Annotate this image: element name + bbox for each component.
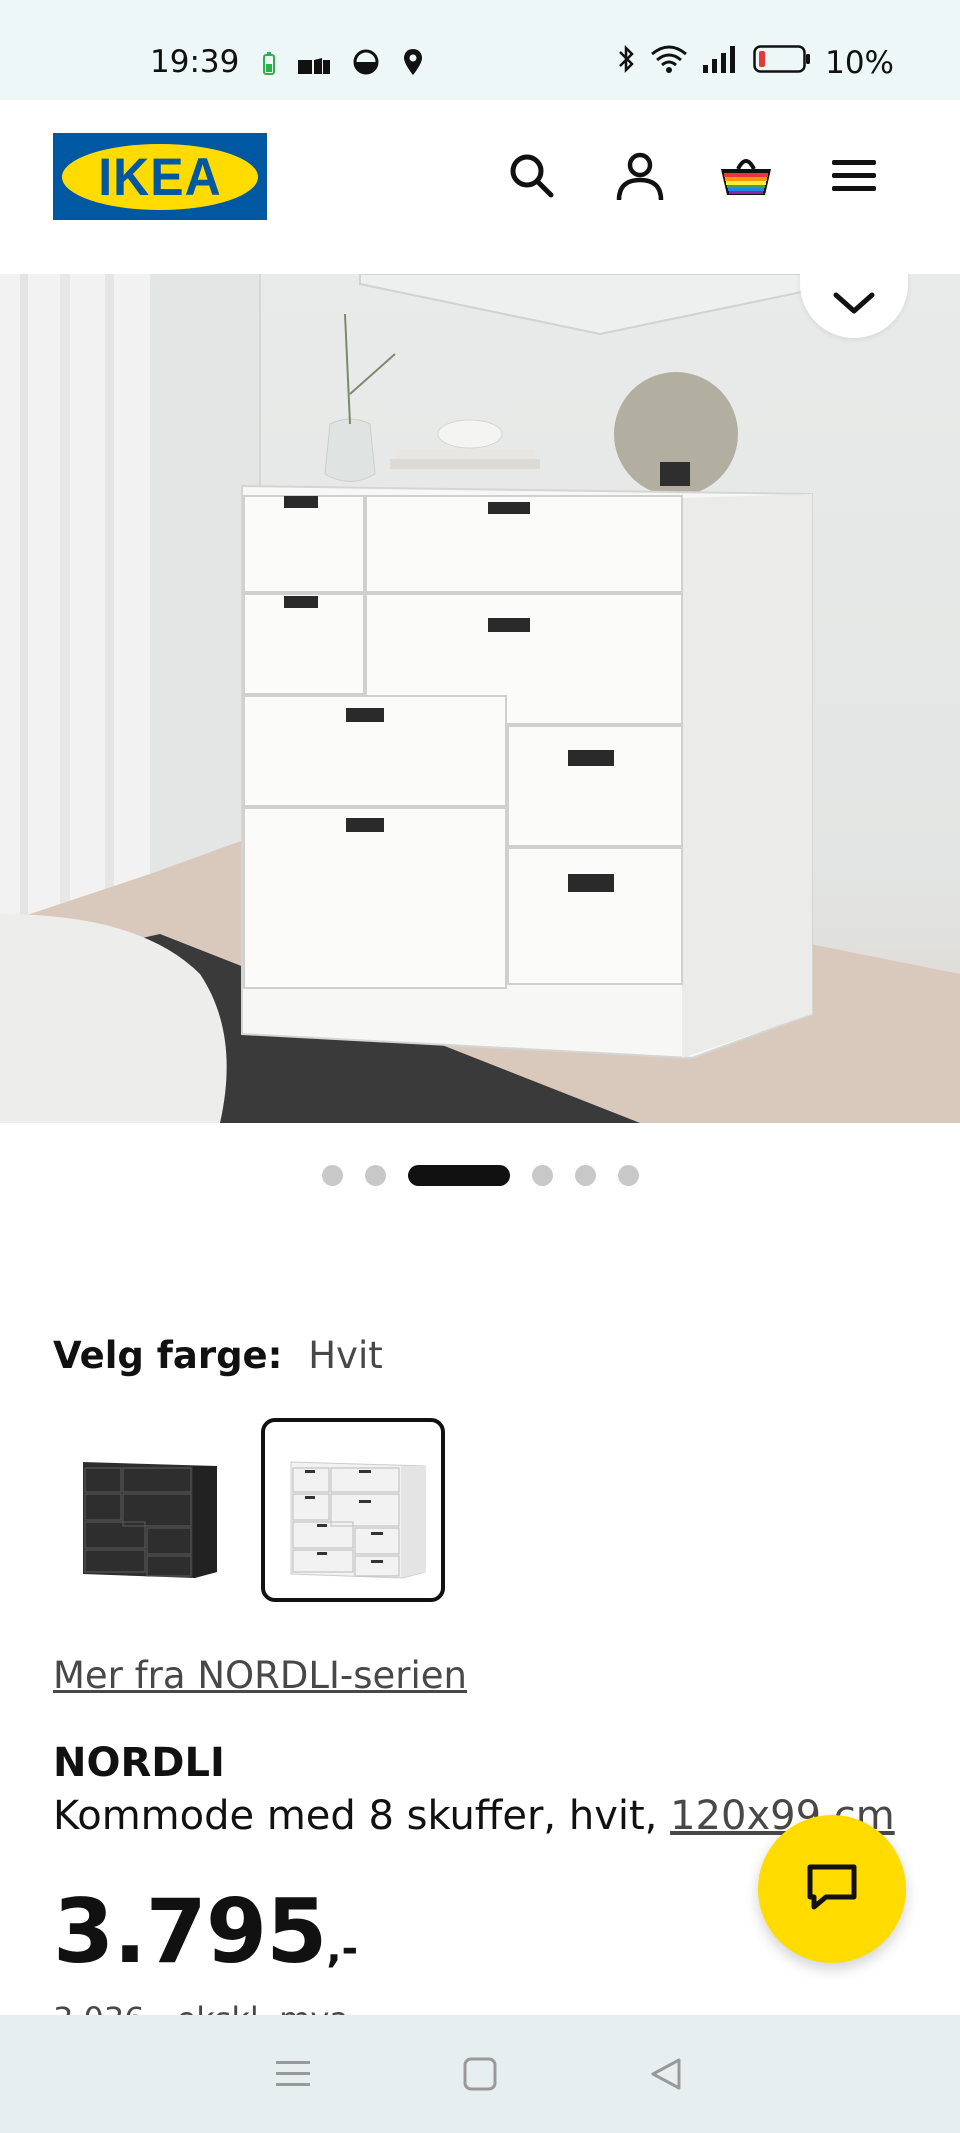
price-value: 3.795	[53, 1880, 327, 1983]
back-icon[interactable]	[637, 2044, 697, 2104]
color-option-white[interactable]	[261, 1418, 445, 1602]
logo-text: IKEA	[98, 147, 222, 206]
product-name: NORDLI	[53, 1740, 225, 1786]
menu-icon[interactable]	[826, 148, 882, 204]
gallery-dot[interactable]	[574, 1165, 596, 1186]
black-dresser-thumbnail	[83, 1462, 217, 1578]
gallery-dot[interactable]	[364, 1165, 386, 1186]
status-left-icons	[262, 48, 424, 84]
price-suffix: ,-	[326, 1926, 359, 1972]
signal-icon	[703, 45, 739, 81]
product-description-text: Kommode med 8 skuffer, hvit,	[53, 1793, 658, 1839]
gallery-pagination[interactable]	[0, 1165, 960, 1186]
battery-icon	[753, 45, 811, 81]
battery-percent: 10%	[825, 45, 894, 81]
logo-oval: IKEA	[62, 143, 258, 210]
bluetooth-icon	[617, 44, 635, 82]
gallery-dot[interactable]	[321, 1165, 343, 1186]
ikea-logo[interactable]: IKEA	[53, 133, 267, 220]
color-label-text: Velg farge:	[53, 1334, 283, 1377]
chat-icon	[804, 1861, 860, 1918]
product-description: Kommode med 8 skuffer, hvit, 120x99 cm	[53, 1793, 895, 1839]
search-icon[interactable]	[504, 148, 560, 204]
data-saver-icon	[352, 48, 380, 84]
white-dresser-thumbnail	[290, 1461, 426, 1579]
cart-icon[interactable]	[718, 148, 774, 204]
recent-apps-icon[interactable]	[263, 2044, 323, 2104]
color-option-black[interactable]	[53, 1418, 237, 1602]
chat-button[interactable]	[758, 1815, 906, 1963]
account-icon[interactable]	[612, 148, 668, 204]
home-icon[interactable]	[450, 2044, 510, 2104]
battery-saver-icon	[262, 48, 276, 84]
notification-icon	[298, 48, 330, 84]
wifi-icon	[649, 44, 689, 82]
status-bar: 19:39 10%	[0, 0, 960, 100]
gallery-dot[interactable]	[617, 1165, 639, 1186]
status-right-icons: 10%	[617, 44, 894, 82]
color-selector-label: Velg farge: Hvit	[53, 1334, 383, 1377]
location-icon	[402, 48, 424, 84]
product-price: 3.795,-	[53, 1880, 358, 1983]
system-nav-bar	[0, 2015, 960, 2133]
product-image[interactable]	[0, 274, 960, 1123]
gallery-dot[interactable]	[531, 1165, 553, 1186]
gallery-dot-active[interactable]	[407, 1165, 510, 1186]
color-value: Hvit	[308, 1334, 383, 1377]
series-link[interactable]: Mer fra NORDLI-serien	[53, 1654, 467, 1697]
chevron-heart-icon	[832, 291, 876, 320]
dresser-illustration	[0, 274, 960, 1123]
status-time: 19:39	[150, 44, 240, 80]
